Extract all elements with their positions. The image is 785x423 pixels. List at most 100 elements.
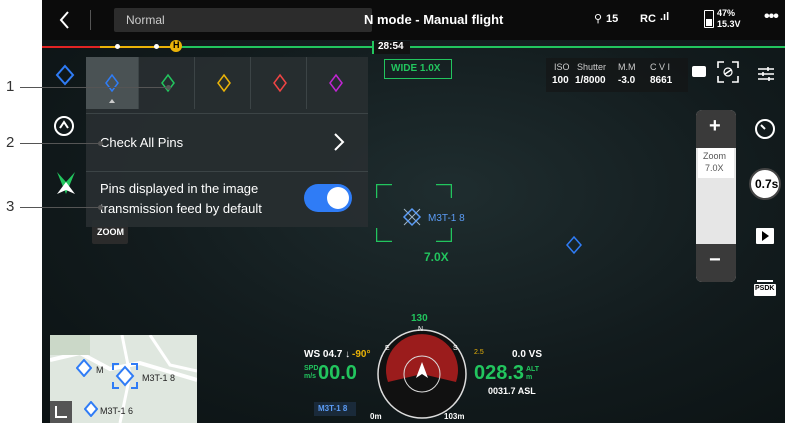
- zoom-in-button[interactable]: +: [696, 110, 736, 148]
- pin-blue-icon: [105, 73, 119, 103]
- lens-badge[interactable]: WIDE 1.0X: [384, 59, 452, 79]
- zoom-plus-label: +: [709, 115, 721, 137]
- altitude-value: 028.3: [474, 362, 525, 384]
- asl-value: 0031.7 ASL: [488, 386, 536, 396]
- zoom-slider[interactable]: + Zoom 7.0X −: [696, 110, 736, 282]
- pin-cell-green[interactable]: [142, 57, 195, 109]
- minimap[interactable]: M M3T-1 8 M3T-1 6: [50, 335, 197, 423]
- timer-button[interactable]: [753, 116, 777, 140]
- pin-cell-blue[interactable]: [86, 57, 139, 109]
- pin-cell-red[interactable]: [254, 57, 307, 109]
- playback-button[interactable]: [756, 228, 774, 244]
- expand-corner-icon: [55, 406, 67, 418]
- home-marker: H: [170, 40, 182, 52]
- check-all-pins-row[interactable]: Check All Pins: [86, 117, 368, 167]
- zoom-mode-label: ZOOM: [97, 227, 124, 237]
- target-zoom-label: 7.0X: [424, 250, 449, 264]
- satellite-icon: ⚲: [594, 13, 603, 25]
- distance-start: 0m: [370, 412, 382, 421]
- shutter-label: Shutter: [577, 62, 607, 72]
- target-pin-label: M3T-1 8: [428, 213, 465, 224]
- zoom-out-button[interactable]: −: [696, 244, 736, 282]
- target-pin-icon: [402, 207, 422, 227]
- vertical-speed: 0.0 VS: [512, 349, 543, 360]
- toggle-label-line1: Pins displayed in the image: [100, 181, 259, 196]
- check-all-pins-label: Check All Pins: [100, 135, 184, 150]
- attitude-ball: N E S: [377, 326, 467, 419]
- lens-label: WIDE 1.0X: [391, 63, 441, 74]
- camera-params[interactable]: ISO 100 Shutter 1/8000 M.M -3.0 C V I 86…: [546, 58, 688, 92]
- zoom-readout-value: 7.0X: [705, 163, 724, 173]
- mode-selector[interactable]: Normal: [114, 8, 372, 32]
- callout-3: 3: [6, 198, 15, 215]
- scene-pin-marker[interactable]: [566, 235, 582, 255]
- back-button[interactable]: [56, 9, 74, 31]
- pin-red-icon: [273, 73, 287, 93]
- shutter-speed-button[interactable]: 0.7s: [749, 168, 781, 200]
- distance-end: 103m: [444, 412, 465, 421]
- psdk-icon-top: [757, 280, 773, 282]
- flight-time: 28:54: [378, 41, 404, 52]
- pin-cell-yellow[interactable]: [198, 57, 251, 109]
- settings-button[interactable]: [756, 64, 776, 84]
- flight-screen: Normal N mode - Manual flight ⚲ 15 RC .ı…: [42, 0, 785, 423]
- ev-label: M.M: [618, 62, 636, 72]
- target-lock-button[interactable]: [52, 114, 76, 138]
- altitude-label: ALT m: [526, 366, 540, 381]
- link-frame-button[interactable]: [716, 60, 740, 84]
- wind-angle: -90°: [352, 349, 371, 360]
- time-box: 28:54: [372, 41, 410, 54]
- right-toolbar: 0.7s PSDK: [742, 40, 785, 423]
- battery-icon: [704, 10, 714, 28]
- minimap-pin-1[interactable]: [75, 358, 93, 378]
- target-pin-marker[interactable]: [402, 207, 422, 227]
- callout-line-1: [20, 87, 168, 88]
- callout-dot-1: [166, 85, 171, 90]
- timeline-dot-1: [115, 44, 120, 49]
- callout-dot-3: [98, 205, 103, 210]
- battery-voltage: 15.3V: [717, 19, 741, 29]
- pin-yellow-icon: [217, 73, 231, 93]
- more-icon: •••: [764, 8, 779, 25]
- minimap-expand-button[interactable]: [50, 401, 72, 423]
- pin-tool-button[interactable]: [54, 64, 76, 86]
- zoom-minus-label: −: [709, 249, 721, 271]
- minimap-pin-icon: [75, 358, 93, 378]
- speed-label: SPD m/s: [304, 365, 319, 380]
- callout-line-3: [20, 207, 100, 208]
- cvi-value: 8661: [650, 75, 673, 86]
- pin-purple-icon: [329, 73, 343, 93]
- pins-display-toggle[interactable]: [304, 184, 352, 212]
- shutter-value: 1/8000: [575, 75, 606, 86]
- panel-divider-1: [86, 113, 368, 114]
- timeline-green: [172, 46, 785, 48]
- panel-divider-2: [86, 171, 368, 172]
- camera-mode-icon[interactable]: [692, 66, 706, 77]
- timeline-yellow: [100, 46, 172, 48]
- svg-text:E: E: [385, 345, 390, 352]
- navigation-arrow-icon: [57, 172, 75, 194]
- link-frame-icon: [717, 61, 739, 83]
- more-button[interactable]: •••: [764, 8, 782, 25]
- rc-label: RC: [640, 13, 656, 25]
- speed-value: 00.0: [318, 362, 357, 384]
- zoom-readout-label: Zoom: [703, 151, 727, 161]
- nav-arrow-button[interactable]: [54, 170, 78, 196]
- callout-1: 1: [6, 78, 15, 95]
- sliders-icon: [758, 67, 774, 81]
- iso-value: 100: [552, 75, 569, 86]
- chevron-right-icon: [334, 133, 345, 151]
- minimap-pin-c-label: M: [96, 365, 104, 375]
- shutter-speed-label: 0.7s: [755, 177, 779, 191]
- psdk-button[interactable]: PSDK: [754, 278, 776, 298]
- timeline-red: [42, 46, 100, 48]
- minimap-pin-icon-2: [83, 400, 99, 418]
- minimap-pin-2[interactable]: [83, 400, 99, 418]
- pin-color-row: [86, 57, 368, 109]
- pin-name-box: M3T-1 8: [314, 402, 356, 416]
- satellite-count: 15: [606, 13, 619, 25]
- pin-cell-purple[interactable]: [310, 57, 362, 109]
- iso-label: ISO: [554, 62, 570, 72]
- chevron-left-icon: [59, 11, 69, 29]
- flight-mode-title: N mode - Manual flight: [364, 12, 504, 27]
